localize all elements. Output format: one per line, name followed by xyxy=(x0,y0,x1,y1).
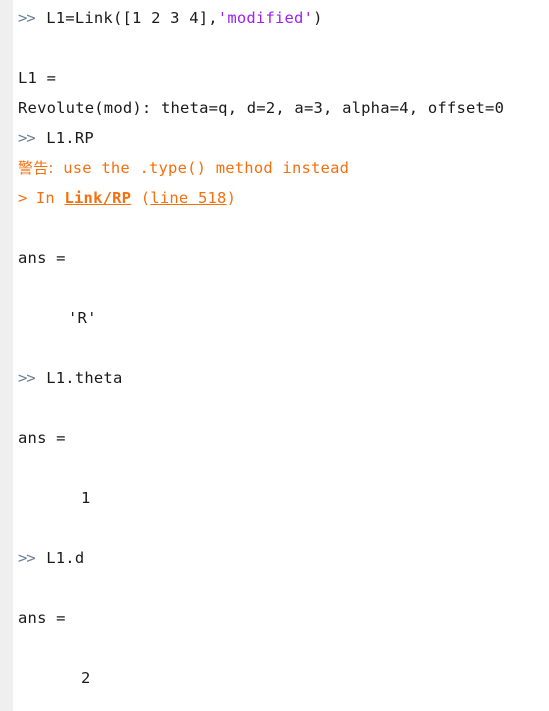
command-text-tail: ) xyxy=(313,9,323,27)
command-text: L1.RP xyxy=(46,129,94,147)
warning-trace-line: > In Link/RP (line 518) xyxy=(13,183,549,213)
output-line-ans-label-1: ans = xyxy=(18,249,66,267)
output-value-ans-1: 'R' xyxy=(68,309,97,327)
trace-link-function[interactable]: Link/RP xyxy=(64,189,131,207)
trace-link-line-number[interactable]: line 518 xyxy=(150,189,226,207)
prompt-symbol: >> xyxy=(18,549,36,567)
output-line-link-description: Revolute(mod): theta=q, d=2, a=3, alpha=… xyxy=(18,99,505,117)
trace-middle: ( xyxy=(131,189,151,207)
command-line-l1-d[interactable]: >> L1.d xyxy=(13,543,549,573)
command-text: L1.theta xyxy=(46,369,123,387)
output-line-variable-name: L1 = xyxy=(18,69,57,87)
command-text: L1=Link([1 2 3 4], xyxy=(46,9,218,27)
command-line-l1-theta[interactable]: >> L1.theta xyxy=(13,363,549,393)
prompt-symbol: >> xyxy=(18,369,36,387)
command-line-l1-rp[interactable]: >> L1.RP xyxy=(13,123,549,153)
prompt-symbol: >> xyxy=(18,9,36,27)
output-line-ans-label-2: ans = xyxy=(18,429,66,447)
command-window-gutter xyxy=(0,0,13,711)
output-value-ans-2: 1 xyxy=(81,489,91,507)
string-literal: 'modified' xyxy=(217,9,314,27)
warning-text: use the .type() method instead xyxy=(53,159,350,177)
warning-message-line: 警告: use the .type() method instead xyxy=(13,153,549,183)
command-text: L1.d xyxy=(46,549,85,567)
matlab-command-window[interactable]: >> L1=Link([1 2 3 4],'modified') L1 = Re… xyxy=(0,0,549,711)
warning-label: 警告: xyxy=(18,159,54,177)
prompt-symbol: >> xyxy=(18,129,36,147)
trace-prefix: In xyxy=(26,189,65,207)
output-line-ans-label-3: ans = xyxy=(18,609,66,627)
command-window-output[interactable]: >> L1=Link([1 2 3 4],'modified') L1 = Re… xyxy=(13,0,549,693)
output-value-ans-3: 2 xyxy=(81,669,91,687)
command-line-link-construct[interactable]: >> L1=Link([1 2 3 4],'modified') xyxy=(13,3,549,33)
trace-suffix: ) xyxy=(226,189,237,207)
